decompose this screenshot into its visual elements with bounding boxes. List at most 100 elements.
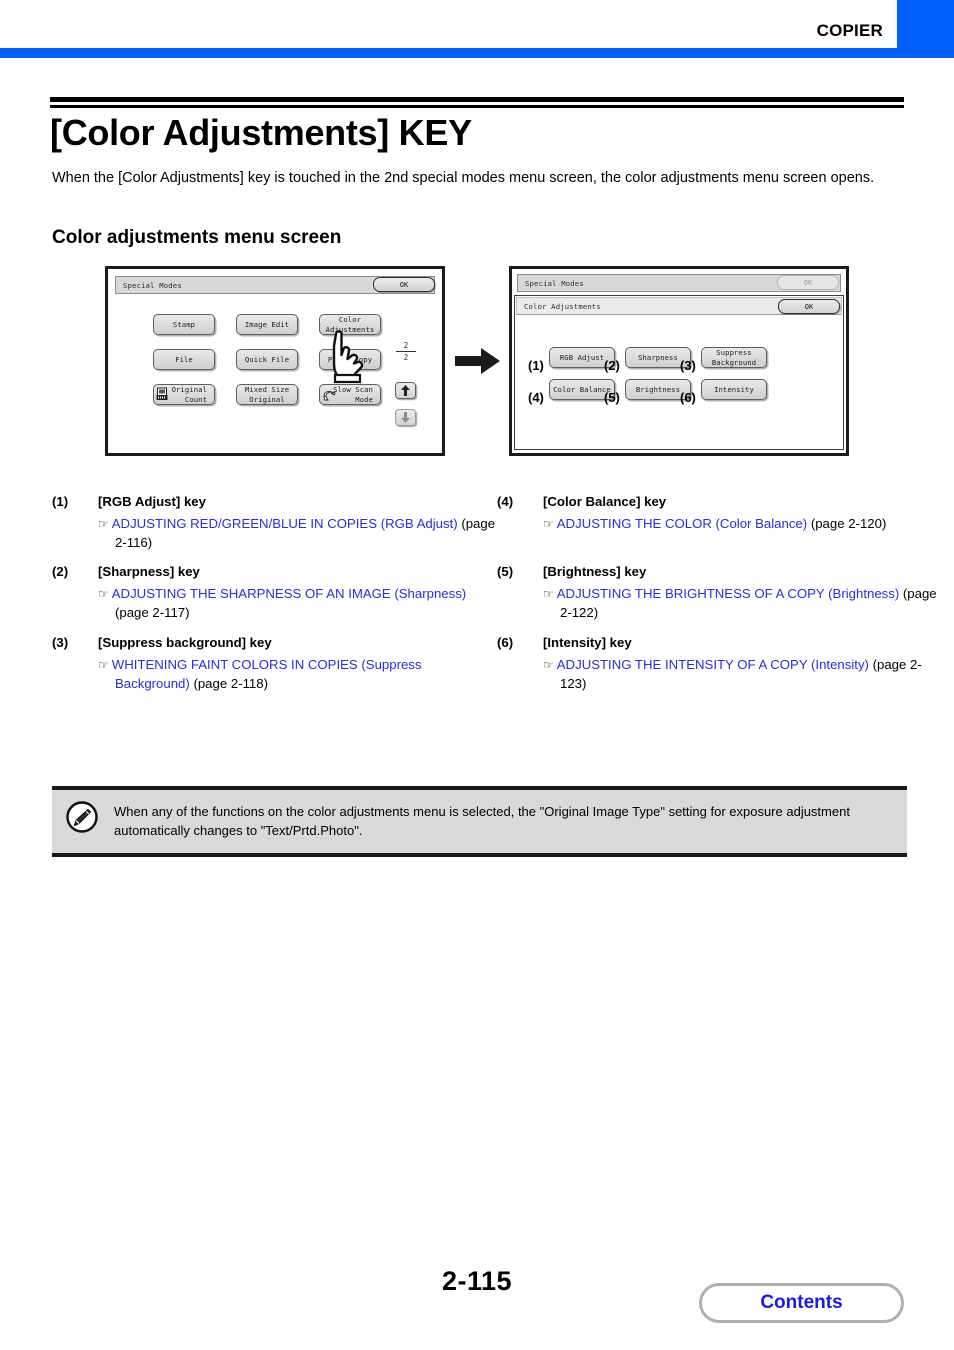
key-color-adjustments-label-1: Color: [338, 315, 362, 324]
reference-link-text-2: ADJUSTING THE SHARPNESS OF AN IMAGE (Sha…: [111, 586, 467, 601]
key-quick-file-label: Quick File: [244, 354, 290, 364]
lcd-ok-front-label: OK: [804, 302, 814, 311]
key-brightness-label: Brightness: [635, 384, 681, 394]
reference-index-3: (3): [52, 635, 69, 650]
lcd-ok-button[interactable]: OK: [373, 277, 435, 292]
lcd-ok-label: OK: [399, 280, 409, 289]
lcd-ok-button-back: OK: [777, 275, 839, 290]
slow-scan-icon: [323, 390, 336, 401]
original-count-icon: [156, 387, 168, 400]
figure-color-adjustments-screen: Special Modes OK Color Adjustments OK RG…: [509, 266, 849, 456]
title-rule-bottom: [50, 105, 904, 108]
reference-keyname-4: [Color Balance] key: [543, 494, 667, 509]
lcd-title-front-text: Color Adjustments: [524, 301, 601, 311]
key-mixed-size-label-2: Original: [249, 394, 285, 404]
note-text: When any of the functions on the color a…: [114, 804, 850, 838]
reference-index-4: (4): [497, 494, 514, 509]
pointing-hand-icon: ☞: [543, 587, 554, 601]
reference-link-4[interactable]: ☞ ADJUSTING THE COLOR (Color Balance) (pa…: [543, 515, 938, 534]
lcd-title-text: Special Modes: [123, 280, 182, 290]
manual-page: COPIER [Color Adjustments] KEY When the …: [0, 0, 954, 1350]
sub-window-color-adjustments: [514, 295, 844, 450]
contents-button[interactable]: Contents: [699, 1283, 904, 1323]
key-slow-scan-label-2: Mode: [355, 394, 373, 404]
pointing-hand-icon: ☞: [98, 517, 109, 531]
reference-keyname-3: [Suppress background] key: [98, 635, 272, 650]
key-image-edit-label: Image Edit: [244, 319, 290, 329]
header-accent-rule: [0, 48, 954, 58]
key-rgb-adjust-label: RGB Adjust: [559, 352, 605, 362]
note-rule-bottom: [52, 853, 907, 857]
figure-special-modes-screen: Special Modes OK Stamp Image Edit Color …: [105, 266, 445, 456]
key-suppress-background[interactable]: Suppress Background: [701, 347, 767, 368]
reference-link-text-6: ADJUSTING THE INTENSITY OF A COPY (Inten…: [556, 657, 869, 672]
reference-index-2: (2): [52, 564, 69, 579]
reference-link-3[interactable]: ☞ WHITENING FAINT COLORS IN COPIES (Suppr…: [98, 656, 498, 693]
header-section-label: COPIER: [816, 21, 883, 40]
key-file-label: File: [175, 354, 193, 364]
callout-5: (5): [604, 390, 620, 405]
title-rule-top: [50, 97, 904, 102]
pointing-hand-icon: ☞: [98, 658, 109, 672]
reference-index-6: (6): [497, 635, 514, 650]
reference-link-1[interactable]: ☞ ADJUSTING RED/GREEN/BLUE IN COPIES (RGB…: [98, 515, 498, 552]
key-suppress-label-1: Suppress: [716, 348, 752, 357]
key-slow-scan-label-1: Slow Scan: [333, 385, 373, 394]
callout-3: (3): [680, 358, 696, 373]
page-header: COPIER: [0, 0, 954, 58]
reference-link-5[interactable]: ☞ ADJUSTING THE BRIGHTNESS OF A COPY (Bri…: [543, 585, 938, 622]
arrow-up-icon: [401, 385, 410, 396]
reference-link-6[interactable]: ☞ ADJUSTING THE INTENSITY OF A COPY (Inte…: [543, 656, 938, 693]
key-original-count-label-1: Original: [171, 385, 207, 394]
intro-paragraph: When the [Color Adjustments] key is touc…: [52, 170, 875, 186]
reference-page-2: (page 2-117): [115, 604, 190, 620]
key-sharpness-label: Sharpness: [638, 352, 678, 362]
page-up-button[interactable]: [395, 382, 416, 399]
key-quick-file[interactable]: Quick File: [236, 349, 298, 370]
callout-2: (2): [604, 358, 620, 373]
reference-link-text-4: ADJUSTING THE COLOR (Color Balance): [556, 516, 808, 531]
reference-keyname-1: [RGB Adjust] key: [98, 494, 206, 509]
key-mixed-size-original[interactable]: Mixed Size Original: [236, 384, 298, 405]
pencil-note-icon: [66, 801, 98, 833]
callout-4: (4): [528, 390, 544, 405]
key-suppress-label-2: Background: [711, 357, 757, 367]
callout-1: (1): [528, 358, 544, 373]
section-subheading: Color adjustments menu screen: [52, 227, 342, 248]
pointing-hand-icon: ☞: [543, 658, 554, 672]
note-box: When any of the functions on the color a…: [52, 786, 907, 857]
key-mixed-size-label-1: Mixed Size: [244, 385, 290, 394]
note-body: When any of the functions on the color a…: [52, 790, 907, 853]
lcd-title-back-text: Special Modes: [525, 278, 584, 288]
reference-page-3: (page 2-118): [193, 675, 268, 691]
reference-index-1: (1): [52, 494, 69, 509]
reference-link-2[interactable]: ☞ ADJUSTING THE SHARPNESS OF AN IMAGE (Sh…: [98, 585, 498, 622]
contents-button-label: Contents: [760, 1292, 843, 1313]
reference-keyname-6: [Intensity] key: [543, 635, 632, 650]
reference-keyname-2: [Sharpness] key: [98, 564, 200, 579]
page-title: [Color Adjustments] KEY: [50, 112, 472, 153]
page-fraction-bar: [396, 351, 416, 352]
key-intensity[interactable]: Intensity: [701, 379, 767, 400]
lcd-ok-button-front[interactable]: OK: [778, 299, 840, 314]
pointing-hand-icon: ☞: [543, 517, 554, 531]
key-intensity-label: Intensity: [714, 384, 754, 394]
key-stamp[interactable]: Stamp: [153, 314, 215, 335]
reference-page-4: (page 2-120): [810, 516, 887, 531]
page-current: 2: [403, 341, 409, 350]
key-color-balance-label: Color Balance: [553, 384, 611, 394]
reference-link-text-1: ADJUSTING RED/GREEN/BLUE IN COPIES (RGB …: [111, 516, 458, 531]
reference-keyname-5: [Brightness] key: [543, 564, 647, 579]
callout-6: (6): [680, 390, 696, 405]
key-image-edit[interactable]: Image Edit: [236, 314, 298, 335]
pointing-hand-icon: ☞: [98, 587, 109, 601]
key-stamp-label: Stamp: [172, 319, 196, 329]
page-indicator: 2 2: [396, 341, 416, 362]
transition-arrow-icon: [455, 348, 500, 374]
reference-index-5: (5): [497, 564, 514, 579]
reference-link-text-5: ADJUSTING THE BRIGHTNESS OF A COPY (Brig…: [556, 586, 900, 601]
page-down-button[interactable]: [395, 409, 416, 426]
hand-pointer-icon: [332, 330, 364, 384]
key-file[interactable]: File: [153, 349, 215, 370]
key-original-count-label-2: Count: [184, 394, 207, 404]
